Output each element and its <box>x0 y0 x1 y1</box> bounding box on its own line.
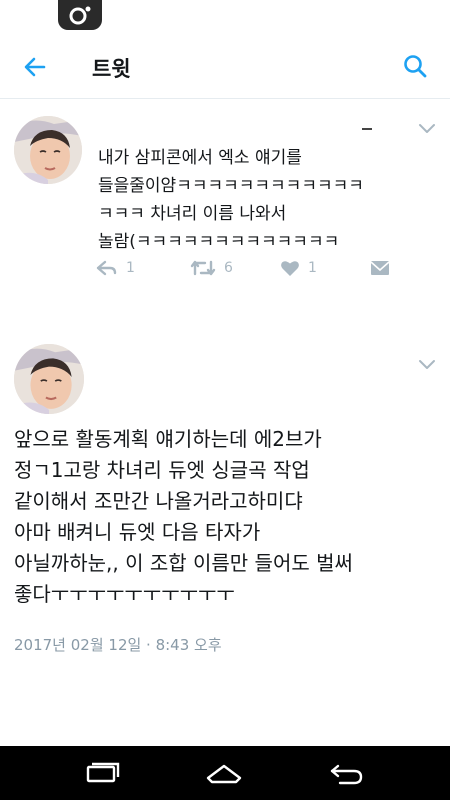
tweet-actions: 1 6 1 <box>96 256 396 280</box>
retweet-count: 6 <box>224 260 233 276</box>
heart-icon <box>281 261 299 276</box>
main-tweet[interactable]: 앞으로 활동계획 얘기하는데 에2브가 정ㄱ1고랑 차녀리 듀엣 싱글곡 작업 … <box>0 332 450 742</box>
back-arrow-icon[interactable] <box>22 54 48 80</box>
tweet-timestamp[interactable]: 2017년 02월 12일 · 8:43 오후 <box>14 634 222 655</box>
page-title: 트윗 <box>92 57 131 81</box>
reply-tweet[interactable]: 내가 삼피콘에서 엑소 얘기를 들을줄이얌ㅋㅋㅋㅋㅋㅋㅋㅋㅋㅋㅋㅋ ㅋㅋㅋ 차녀… <box>0 100 450 306</box>
like-button[interactable]: 1 <box>280 256 317 280</box>
direct-message-button[interactable] <box>370 256 398 280</box>
home-icon[interactable] <box>204 758 244 788</box>
envelope-icon <box>370 261 390 275</box>
chevron-down-icon[interactable] <box>418 120 436 133</box>
app-header: 트윗 <box>0 36 450 99</box>
status-bar <box>0 0 450 36</box>
notification-icon <box>58 0 102 30</box>
avatar[interactable] <box>14 116 82 184</box>
search-icon[interactable] <box>402 53 428 79</box>
tweet-separator <box>0 306 450 332</box>
avatar[interactable] <box>14 344 84 414</box>
back-icon[interactable] <box>326 758 366 788</box>
divider-mark <box>362 128 372 130</box>
chevron-down-icon[interactable] <box>418 356 436 369</box>
reply-button[interactable]: 1 <box>96 256 135 280</box>
tweet-text: 앞으로 활동계획 얘기하는데 에2브가 정ㄱ1고랑 차녀리 듀엣 싱글곡 작업 … <box>14 427 353 606</box>
tweet-text: 내가 삼피콘에서 엑소 얘기를 들을줄이얌ㅋㅋㅋㅋㅋㅋㅋㅋㅋㅋㅋㅋ ㅋㅋㅋ 차녀… <box>98 148 364 252</box>
reply-count: 1 <box>126 260 135 276</box>
retweet-button[interactable]: 6 <box>190 256 233 280</box>
reply-icon <box>96 260 117 276</box>
navigation-bar <box>0 746 450 800</box>
like-count: 1 <box>308 260 317 276</box>
retweet-icon <box>190 260 216 276</box>
recent-apps-icon[interactable] <box>82 758 122 788</box>
